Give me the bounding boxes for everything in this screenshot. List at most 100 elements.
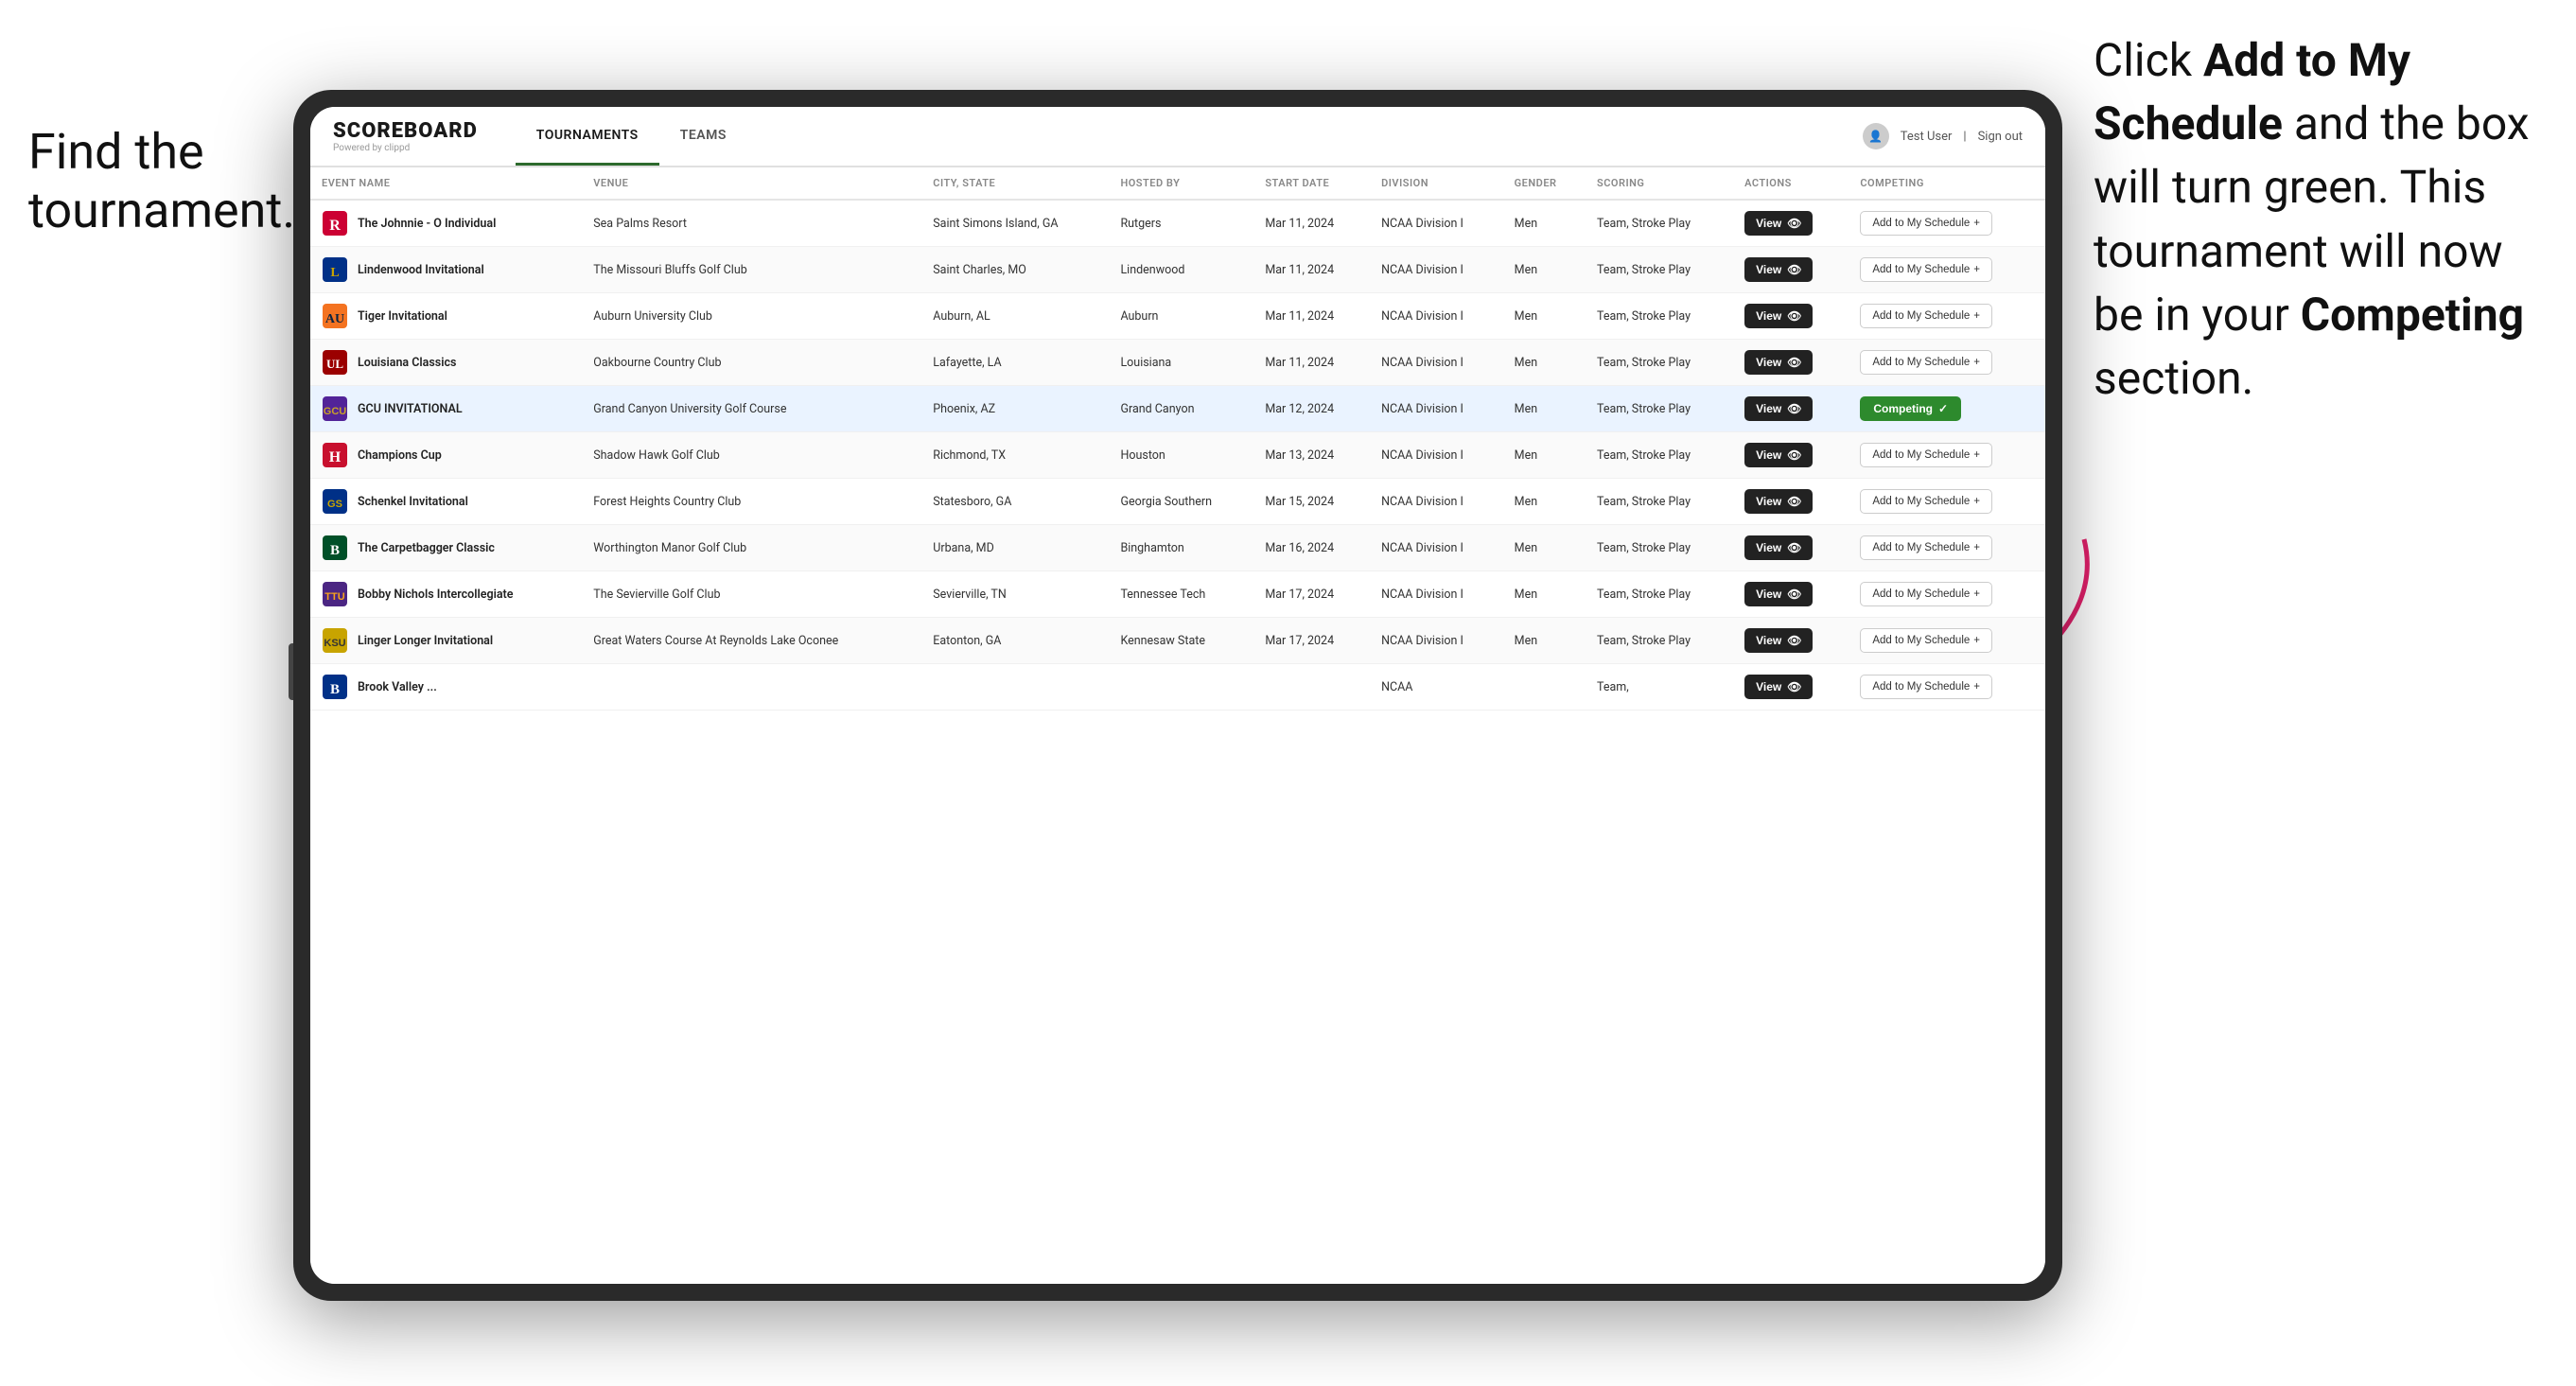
nav-separator: |	[1963, 130, 1966, 144]
gender-cell: Men	[1503, 525, 1586, 571]
view-button[interactable]: View 👁	[1744, 675, 1813, 699]
start-date-cell: Mar 17, 2024	[1253, 571, 1370, 618]
gender-cell: Men	[1503, 618, 1586, 664]
start-date-cell: Mar 12, 2024	[1253, 386, 1370, 432]
team-logo: B	[322, 674, 348, 700]
venue-cell: Worthington Manor Golf Club	[582, 525, 921, 571]
view-button[interactable]: View 👁	[1744, 628, 1813, 653]
table-container[interactable]: EVENT NAME VENUE CITY, STATE HOSTED BY S…	[310, 167, 2045, 1284]
event-name-cell: AU Tiger Invitational	[310, 293, 582, 340]
user-name: Test User	[1901, 130, 1953, 144]
add-schedule-label: Add to My Schedule	[1872, 218, 1970, 229]
actions-cell: View 👁	[1733, 571, 1849, 618]
table-row: GCU GCU INVITATIONAL Grand Canyon Univer…	[310, 386, 2045, 432]
competing-cell: Add to My Schedule +	[1849, 479, 2045, 525]
actions-cell: View 👁	[1733, 432, 1849, 479]
svg-text:UL: UL	[326, 357, 343, 371]
sign-out-link[interactable]: Sign out	[1978, 130, 2023, 144]
division-cell: NCAA Division I	[1370, 571, 1503, 618]
start-date-cell: Mar 11, 2024	[1253, 340, 1370, 386]
tab-teams[interactable]: TEAMS	[659, 107, 747, 166]
venue-cell: The Missouri Bluffs Golf Club	[582, 247, 921, 293]
start-date-cell: Mar 15, 2024	[1253, 479, 1370, 525]
scoring-cell: Team, Stroke Play	[1586, 340, 1733, 386]
add-schedule-button[interactable]: Add to My Schedule +	[1860, 211, 1992, 236]
col-division: DIVISION	[1370, 167, 1503, 200]
tab-tournaments[interactable]: TOURNAMENTS	[516, 107, 659, 166]
add-schedule-button[interactable]: Add to My Schedule +	[1860, 489, 1992, 514]
col-gender: GENDER	[1503, 167, 1586, 200]
add-schedule-label: Add to My Schedule	[1872, 264, 1970, 275]
actions-cell: View 👁	[1733, 247, 1849, 293]
event-name-cell: UL Louisiana Classics	[310, 340, 582, 386]
add-schedule-button[interactable]: Add to My Schedule +	[1860, 582, 1992, 606]
add-schedule-label: Add to My Schedule	[1872, 542, 1970, 553]
col-competing: COMPETING	[1849, 167, 2045, 200]
view-button[interactable]: View 👁	[1744, 211, 1813, 236]
view-button[interactable]: View 👁	[1744, 582, 1813, 606]
add-schedule-button[interactable]: Add to My Schedule +	[1860, 257, 1992, 282]
gender-cell	[1503, 664, 1586, 711]
venue-cell: Great Waters Course At Reynolds Lake Oco…	[582, 618, 921, 664]
event-name-cell: B The Carpetbagger Classic	[310, 525, 582, 571]
add-schedule-button[interactable]: Add to My Schedule +	[1860, 350, 1992, 375]
svg-text:TTU: TTU	[324, 591, 344, 603]
event-name: Champions Cup	[358, 448, 442, 463]
view-button[interactable]: View 👁	[1744, 489, 1813, 514]
nav-tabs: TOURNAMENTS TEAMS	[516, 107, 747, 166]
event-name: Tiger Invitational	[358, 309, 447, 324]
tournaments-table: EVENT NAME VENUE CITY, STATE HOSTED BY S…	[310, 167, 2045, 711]
plus-icon: +	[1973, 357, 1980, 368]
plus-icon: +	[1973, 449, 1980, 461]
view-label: View	[1756, 217, 1781, 230]
view-button[interactable]: View 👁	[1744, 396, 1813, 421]
add-schedule-button[interactable]: Add to My Schedule +	[1860, 304, 1992, 328]
venue-cell: The Sevierville Golf Club	[582, 571, 921, 618]
view-label: View	[1756, 495, 1781, 508]
navbar: SCOREBOARD Powered by clippd TOURNAMENTS…	[310, 107, 2045, 167]
logo-powered: Powered by clippd	[333, 143, 478, 153]
hosted-by-cell: Rutgers	[1109, 200, 1253, 247]
city-state-cell: Saint Simons Island, GA	[921, 200, 1109, 247]
event-name: Brook Valley ...	[358, 680, 437, 694]
competing-cell: Add to My Schedule +	[1849, 432, 2045, 479]
user-avatar: 👤	[1863, 123, 1889, 149]
check-icon: ✓	[1938, 402, 1948, 415]
nav-right: 👤 Test User | Sign out	[1863, 123, 2023, 149]
view-button[interactable]: View 👁	[1744, 350, 1813, 375]
svg-text:R: R	[329, 218, 341, 234]
eye-icon: 👁	[1787, 680, 1801, 693]
city-state-cell: Sevierville, TN	[921, 571, 1109, 618]
add-schedule-button[interactable]: Add to My Schedule +	[1860, 628, 1992, 653]
add-schedule-button[interactable]: Add to My Schedule +	[1860, 535, 1992, 560]
add-schedule-button[interactable]: Add to My Schedule +	[1860, 675, 1992, 699]
event-name-cell: GCU GCU INVITATIONAL	[310, 386, 582, 432]
eye-icon: 👁	[1787, 588, 1801, 601]
view-button[interactable]: View 👁	[1744, 535, 1813, 560]
col-start-date: START DATE	[1253, 167, 1370, 200]
venue-cell: Sea Palms Resort	[582, 200, 921, 247]
start-date-cell: Mar 17, 2024	[1253, 618, 1370, 664]
actions-cell: View 👁	[1733, 386, 1849, 432]
competing-cell: Add to My Schedule +	[1849, 571, 2045, 618]
scoring-cell: Team,	[1586, 664, 1733, 711]
gender-cell: Men	[1503, 432, 1586, 479]
venue-cell: Auburn University Club	[582, 293, 921, 340]
plus-icon: +	[1973, 542, 1980, 553]
venue-cell: Grand Canyon University Golf Course	[582, 386, 921, 432]
add-schedule-button[interactable]: Add to My Schedule +	[1860, 443, 1992, 467]
svg-text:B: B	[330, 543, 340, 558]
city-state-cell: Richmond, TX	[921, 432, 1109, 479]
actions-cell: View 👁	[1733, 200, 1849, 247]
city-state-cell: Eatonton, GA	[921, 618, 1109, 664]
view-button[interactable]: View 👁	[1744, 443, 1813, 467]
event-name-cell: TTU Bobby Nichols Intercollegiate	[310, 571, 582, 618]
view-button[interactable]: View 👁	[1744, 304, 1813, 328]
view-button[interactable]: View 👁	[1744, 257, 1813, 282]
view-label: View	[1756, 680, 1781, 693]
gender-cell: Men	[1503, 340, 1586, 386]
venue-cell: Oakbourne Country Club	[582, 340, 921, 386]
competing-button[interactable]: Competing ✓	[1860, 396, 1961, 421]
col-hosted-by: HOSTED BY	[1109, 167, 1253, 200]
svg-text:L: L	[330, 266, 339, 280]
